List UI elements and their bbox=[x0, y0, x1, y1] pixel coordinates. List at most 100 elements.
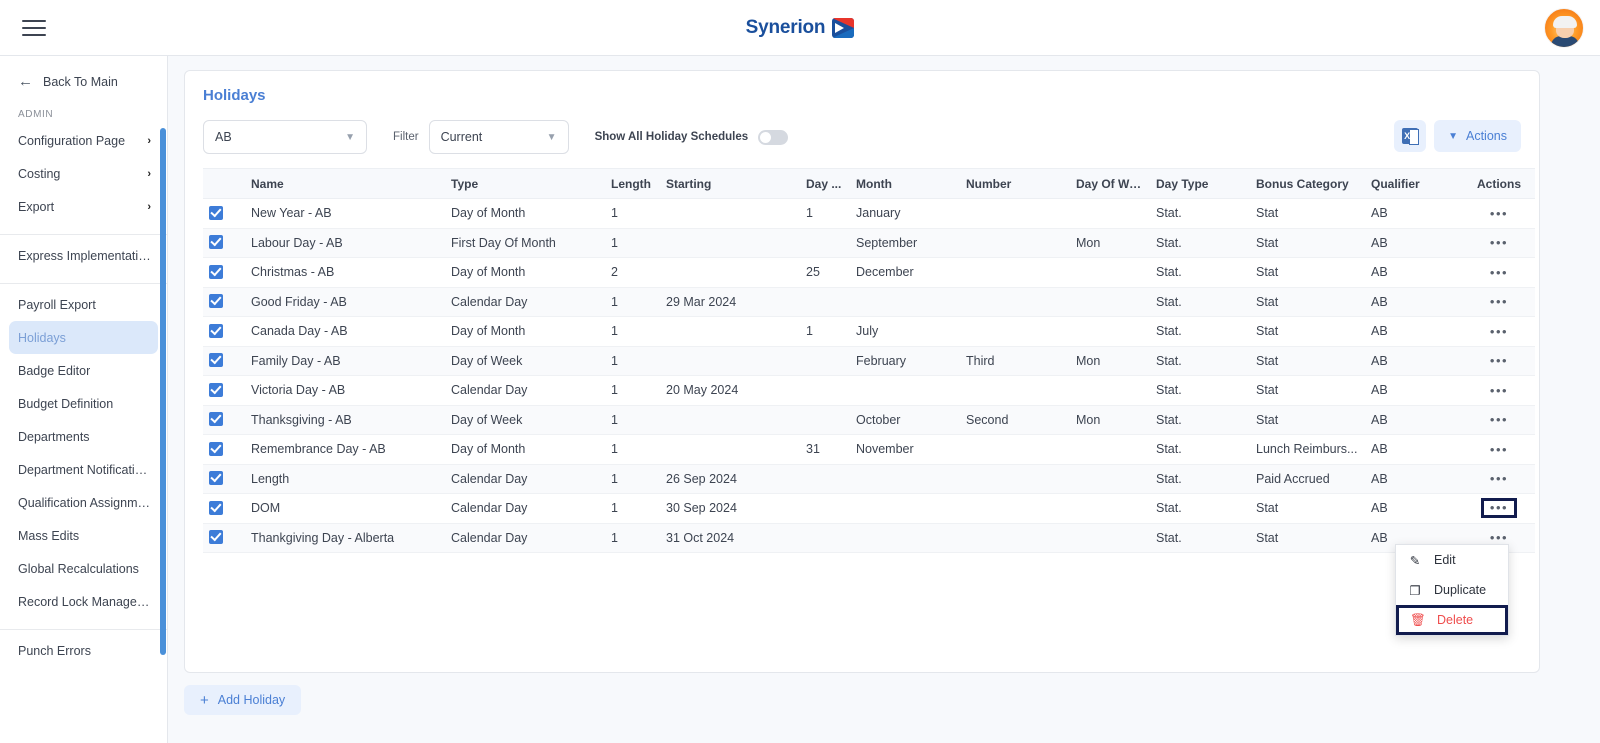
actions-button[interactable]: ▼ Actions bbox=[1434, 120, 1521, 152]
row-actions-menu-button[interactable]: ••• bbox=[1490, 530, 1508, 545]
table-row[interactable]: Remembrance Day - AB Day of Month 1 31 Novem… bbox=[203, 434, 1535, 465]
toolbar-right-group: X ▼ Actions bbox=[1394, 120, 1521, 152]
row-actions-menu-button[interactable]: ••• bbox=[1480, 498, 1518, 519]
top-header-bar: Synerion bbox=[0, 0, 1600, 56]
row-actions-menu-button[interactable]: ••• bbox=[1490, 235, 1508, 250]
schedule-select[interactable]: AB ▼ bbox=[203, 120, 367, 154]
row-actions-cell: ••• bbox=[1463, 316, 1535, 347]
row-actions-menu-button[interactable]: ••• bbox=[1490, 265, 1508, 280]
row-checkbox[interactable] bbox=[209, 353, 223, 368]
sidebar-item-global-recalculations[interactable]: Global Recalculations bbox=[0, 552, 167, 585]
sidebar-item-express-implementation-p[interactable]: Express Implementation P... bbox=[0, 239, 167, 272]
table-row[interactable]: Good Friday - AB Calendar Day 1 29 Mar 2024… bbox=[203, 287, 1535, 317]
sidebar-item-badge-editor[interactable]: Badge Editor bbox=[0, 354, 167, 387]
column-header-name[interactable]: Name bbox=[245, 168, 445, 199]
column-header-month[interactable]: Month bbox=[850, 168, 960, 199]
sidebar-item-configuration-page[interactable]: Configuration Page › bbox=[0, 124, 167, 157]
row-actions-menu-button[interactable]: ••• bbox=[1490, 383, 1508, 398]
cell-month bbox=[850, 464, 960, 494]
row-checkbox[interactable] bbox=[209, 323, 223, 338]
column-header-number[interactable]: Number bbox=[960, 168, 1070, 199]
sidebar-item-export[interactable]: Export › bbox=[0, 190, 167, 223]
show-all-schedules-toggle[interactable] bbox=[758, 129, 789, 145]
row-actions-menu-button[interactable]: ••• bbox=[1490, 442, 1508, 457]
sidebar-item-costing[interactable]: Costing › bbox=[0, 157, 167, 190]
sidebar-item-mass-edits[interactable]: Mass Edits bbox=[0, 519, 167, 552]
row-actions-menu-button[interactable]: ••• bbox=[1490, 294, 1508, 309]
row-select-cell bbox=[203, 523, 245, 553]
sidebar-item-holidays[interactable]: Holidays bbox=[9, 321, 158, 354]
synerion-mark-icon bbox=[832, 18, 855, 38]
context-menu-item-delete[interactable]: 🗑 Delete bbox=[1396, 605, 1508, 635]
column-header-day-type[interactable]: Day Type bbox=[1150, 168, 1250, 199]
cell-dow bbox=[1070, 434, 1150, 465]
row-checkbox[interactable] bbox=[209, 500, 223, 515]
sidebar-item-punch-errors[interactable]: Punch Errors bbox=[0, 634, 167, 667]
row-actions-menu-button[interactable]: ••• bbox=[1490, 471, 1508, 486]
row-checkbox[interactable] bbox=[209, 382, 223, 397]
user-avatar[interactable] bbox=[1544, 8, 1584, 48]
table-row[interactable]: Length Calendar Day 1 26 Sep 2024 Stat. Paid … bbox=[203, 464, 1535, 494]
table-row[interactable]: Victoria Day - AB Calendar Day 1 20 May 202… bbox=[203, 375, 1535, 406]
context-menu-item-edit[interactable]: ✎ Edit bbox=[1396, 545, 1508, 575]
sidebar-scrollbar[interactable] bbox=[160, 128, 166, 655]
table-row[interactable]: Labour Day - AB First Day Of Month 1 Septem… bbox=[203, 228, 1535, 258]
column-header-select[interactable] bbox=[203, 168, 245, 199]
sidebar-item-payroll-export[interactable]: Payroll Export bbox=[0, 288, 167, 321]
table-row[interactable]: Thankgiving Day - Alberta Calendar Day 1 31… bbox=[203, 523, 1535, 553]
page-title: Holidays bbox=[203, 87, 266, 104]
hamburger-icon[interactable] bbox=[22, 16, 46, 40]
table-row[interactable]: Family Day - AB Day of Week 1 February Third… bbox=[203, 346, 1535, 376]
cell-daytype: Stat. bbox=[1150, 493, 1250, 524]
row-actions-menu-button[interactable]: ••• bbox=[1490, 206, 1508, 221]
column-header-length[interactable]: Length bbox=[605, 168, 660, 199]
filter-select[interactable]: Current ▼ bbox=[428, 120, 569, 154]
cell-dow bbox=[1070, 257, 1150, 288]
row-checkbox[interactable] bbox=[209, 471, 223, 486]
row-checkbox[interactable] bbox=[209, 530, 223, 545]
excel-export-button[interactable]: X bbox=[1394, 120, 1427, 152]
sidebar-item-departments[interactable]: Departments bbox=[0, 420, 167, 453]
table-row[interactable]: Christmas - AB Day of Month 2 25 December Sta… bbox=[203, 257, 1535, 288]
row-actions-menu-button[interactable]: ••• bbox=[1490, 324, 1508, 339]
sidebar-nav: Configuration Page › Costing › Export › Expres… bbox=[0, 124, 167, 674]
sidebar-item-qualification-assignments[interactable]: Qualification Assignments bbox=[0, 486, 167, 519]
chevron-down-icon: ▼ bbox=[345, 131, 355, 143]
column-header-starting[interactable]: Starting bbox=[660, 168, 800, 199]
table-row[interactable]: DOM Calendar Day 1 30 Sep 2024 Stat. Stat AB ••… bbox=[203, 493, 1535, 524]
table-row[interactable]: New Year - AB Day of Month 1 1 January Stat. S… bbox=[203, 198, 1535, 229]
brand-logo: Synerion bbox=[0, 0, 1600, 56]
row-actions-menu-button[interactable]: ••• bbox=[1490, 412, 1508, 427]
column-header-qualifier[interactable]: Qualifier bbox=[1365, 168, 1463, 199]
column-header-day-of-we[interactable]: Day Of We... bbox=[1070, 168, 1150, 199]
column-header-type[interactable]: Type bbox=[445, 168, 605, 199]
cell-name: Thankgiving Day - Alberta bbox=[245, 523, 445, 553]
row-checkbox[interactable] bbox=[209, 294, 223, 309]
column-header-bonus-category[interactable]: Bonus Category bbox=[1250, 168, 1365, 199]
sidebar-item-record-lock-management[interactable]: Record Lock Management bbox=[0, 585, 167, 618]
row-checkbox[interactable] bbox=[209, 205, 223, 220]
cell-bonus: Stat bbox=[1250, 198, 1365, 229]
row-checkbox[interactable] bbox=[209, 412, 223, 427]
sidebar-item-budget-definition[interactable]: Budget Definition bbox=[0, 387, 167, 420]
column-header-day[interactable]: Day ... bbox=[800, 168, 850, 199]
row-actions-menu-button[interactable]: ••• bbox=[1490, 353, 1508, 368]
context-menu-item-duplicate[interactable]: ❐ Duplicate bbox=[1396, 575, 1508, 605]
row-checkbox[interactable] bbox=[209, 264, 223, 279]
cell-bonus: Stat bbox=[1250, 287, 1365, 317]
sidebar-item-label: Export bbox=[18, 199, 55, 214]
sidebar-item-label: Holidays bbox=[18, 330, 66, 345]
add-holiday-button[interactable]: + Add Holiday bbox=[184, 685, 302, 715]
row-checkbox[interactable] bbox=[209, 235, 223, 250]
cell-month bbox=[850, 375, 960, 406]
cell-day: 1 bbox=[800, 316, 850, 347]
sidebar-item-label: Payroll Export bbox=[18, 297, 96, 312]
back-to-main-button[interactable]: ← Back To Main bbox=[0, 56, 167, 101]
table-row[interactable]: Canada Day - AB Day of Month 1 1 July Stat. St… bbox=[203, 316, 1535, 347]
cell-month bbox=[850, 493, 960, 524]
row-checkbox[interactable] bbox=[209, 441, 223, 456]
cell-dow: Mon bbox=[1070, 228, 1150, 258]
column-header-actions[interactable]: Actions bbox=[1463, 168, 1535, 199]
table-row[interactable]: Thanksgiving - AB Day of Week 1 October Seco… bbox=[203, 405, 1535, 435]
sidebar-item-department-notifications[interactable]: Department Notifications bbox=[0, 453, 167, 486]
